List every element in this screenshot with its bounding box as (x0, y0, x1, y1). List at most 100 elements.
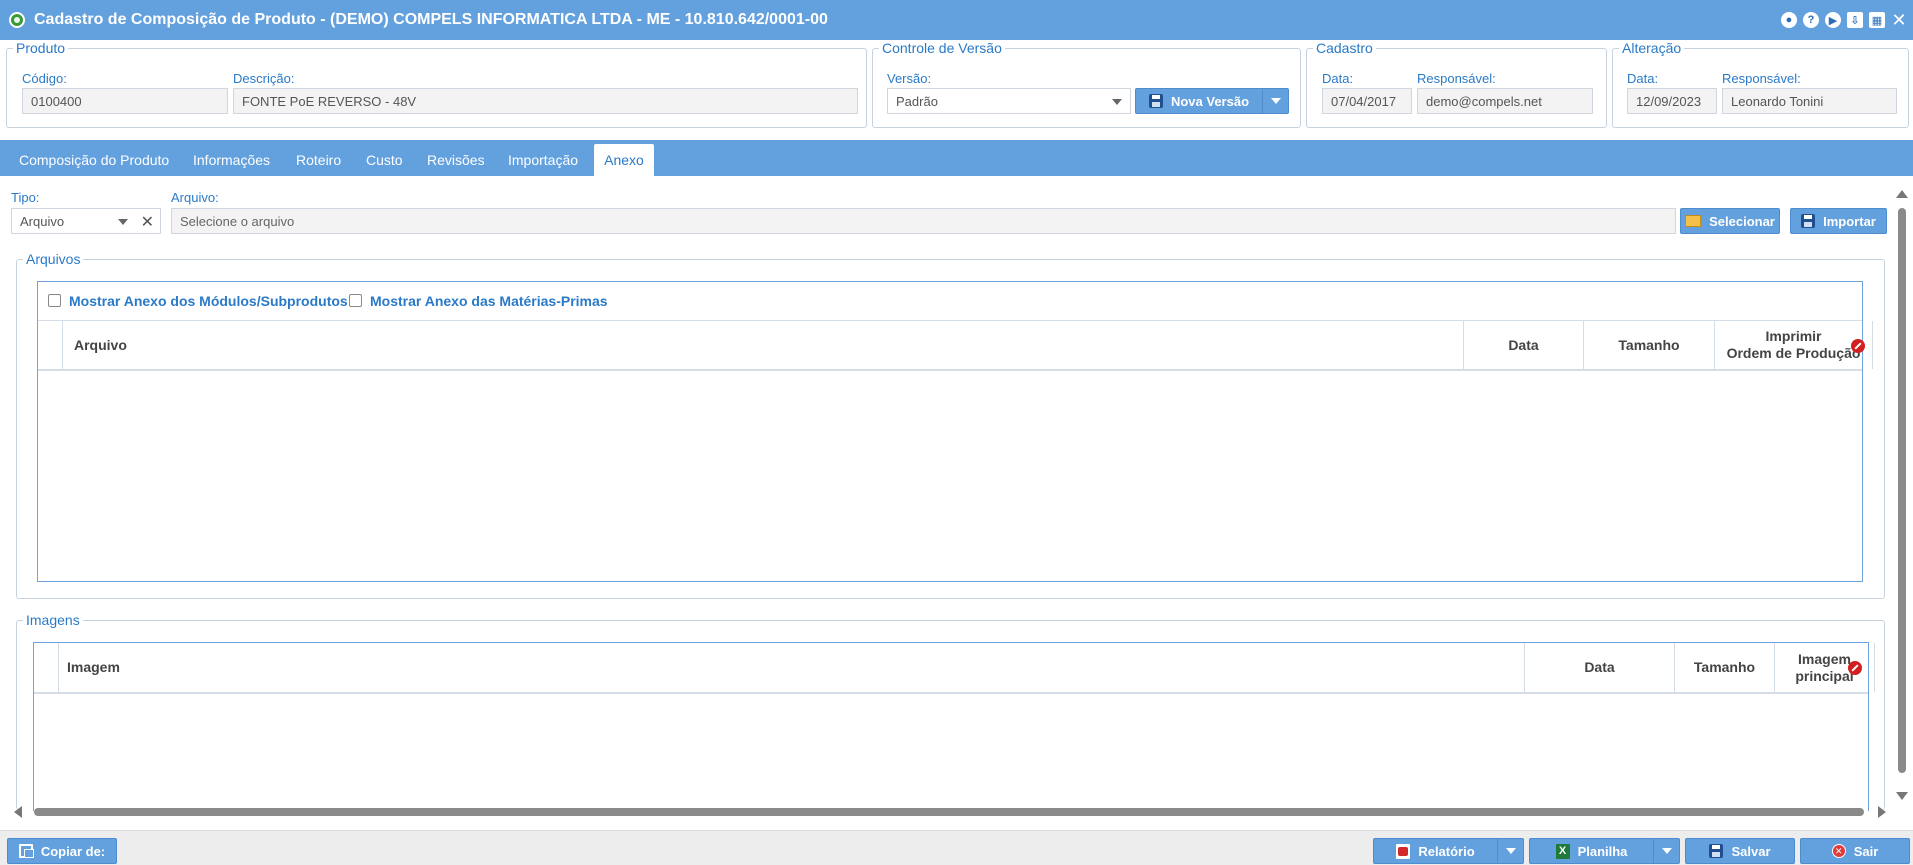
tab-revisoes[interactable]: Revisões (417, 144, 495, 176)
sair-button[interactable]: ✕ Sair (1800, 838, 1910, 864)
imagens-legend: Imagens (23, 612, 83, 628)
versao-label: Versão: (887, 71, 932, 86)
codigo-label: Código: (22, 71, 67, 86)
imagens-grid: Imagem Data Tamanho Imagem principal (33, 642, 1875, 811)
vertical-scroll-thumb[interactable] (1898, 208, 1906, 773)
chk-materias[interactable] (349, 294, 362, 307)
horizontal-scroll-thumb[interactable] (34, 808, 1864, 816)
alteracao-legend: Alteração (1619, 40, 1685, 56)
versao-select-value: Padrão (896, 94, 938, 109)
cadastro-legend: Cadastro (1313, 40, 1376, 56)
pin-icon[interactable]: ⇩ (1847, 12, 1863, 28)
tab-importacao[interactable]: Importação (498, 144, 588, 176)
footer-bar: Copiar de: Relatório X Planilha Salvar ✕… (0, 830, 1913, 865)
versao-legend: Controle de Versão (879, 40, 1005, 56)
col-data[interactable]: Data (1464, 321, 1584, 369)
codigo-field[interactable]: 0100400 (22, 88, 228, 114)
chk-materias-label[interactable]: Mostrar Anexo das Matérias-Primas (370, 293, 608, 309)
tab-roteiro[interactable]: Roteiro (286, 144, 351, 176)
tab-custo[interactable]: Custo (356, 144, 413, 176)
relatorio-dropdown[interactable] (1497, 839, 1523, 863)
title-bar: Cadastro de Composição de Produto - (DEM… (0, 0, 1913, 40)
chk-modulos-label[interactable]: Mostrar Anexo dos Módulos/Subprodutos (69, 293, 348, 309)
tab-anexo[interactable]: Anexo (594, 144, 654, 176)
arquivos-grid-header: Arquivo Data Tamanho Imprimir Ordem de P… (38, 320, 1873, 371)
window-title: Cadastro de Composição de Produto - (DEM… (34, 11, 828, 28)
relatorio-button[interactable]: Relatório (1373, 838, 1524, 864)
col-imagem-tamanho[interactable]: Tamanho (1675, 643, 1775, 692)
planilha-label: Planilha (1577, 843, 1628, 859)
salvar-label: Salvar (1731, 843, 1771, 859)
scroll-right-icon[interactable] (1878, 806, 1886, 818)
arquivos-group: Arquivos Mostrar Anexo dos Módulos/Subpr… (16, 251, 1885, 599)
alteracao-group: Alteração Data: 12/09/2023 Responsável: … (1612, 40, 1909, 128)
produto-legend: Produto (13, 40, 69, 56)
planilha-dropdown[interactable] (1653, 839, 1679, 863)
relatorio-label: Relatório (1418, 843, 1475, 859)
copiar-label: Copiar de: (40, 843, 106, 859)
col-imprimir[interactable]: Imprimir Ordem de Produção (1715, 321, 1873, 369)
play-icon[interactable]: ▶ (1825, 12, 1841, 28)
importar-button[interactable]: Importar (1790, 208, 1887, 234)
clear-icon[interactable]: ✕ (141, 212, 154, 232)
produto-group: Produto Código: 0100400 Descrição: FONTE… (6, 40, 867, 128)
vertical-scrollbar[interactable] (1896, 190, 1908, 800)
nova-versao-button[interactable]: Nova Versão (1135, 88, 1289, 114)
calendar-icon[interactable]: ▦ (1869, 12, 1885, 28)
arquivo-input[interactable]: Selecione o arquivo (171, 208, 1676, 234)
folder-icon (1685, 215, 1702, 227)
col-imagem[interactable]: Imagem (59, 643, 1525, 692)
scroll-left-icon[interactable] (14, 806, 22, 818)
selecionar-button[interactable]: Selecionar (1680, 208, 1780, 234)
save-icon (1709, 844, 1724, 858)
save-icon (1801, 214, 1816, 228)
help-icon[interactable]: ? (1803, 12, 1819, 28)
nova-versao-label: Nova Versão (1170, 93, 1250, 109)
imagens-group: Imagens Imagem Data Tamanho Imagem princ… (16, 612, 1885, 811)
excel-icon: X (1555, 843, 1570, 859)
descricao-label: Descrição: (233, 71, 295, 86)
tab-composicao[interactable]: Composição do Produto (9, 144, 179, 176)
pdf-icon (1396, 843, 1411, 859)
cadastro-group: Cadastro Data: 07/04/2017 Responsável: d… (1306, 40, 1607, 128)
arquivos-grid: Mostrar Anexo dos Módulos/Subprodutos Mo… (37, 281, 1873, 582)
planilha-button[interactable]: X Planilha (1529, 838, 1680, 864)
sair-label: Sair (1853, 843, 1879, 859)
alteracao-responsavel-field[interactable]: Leonardo Tonini (1722, 88, 1897, 114)
delete-icon[interactable] (1848, 661, 1862, 675)
selecionar-label: Selecionar (1709, 213, 1775, 229)
chevron-down-icon (1112, 99, 1122, 105)
col-arquivo[interactable]: Arquivo (63, 321, 1464, 369)
scroll-up-icon[interactable] (1896, 190, 1908, 198)
cadastro-data-label: Data: (1322, 71, 1354, 86)
cadastro-data-field[interactable]: 07/04/2017 (1322, 88, 1412, 114)
chevron-down-icon (1505, 848, 1516, 854)
tipo-select[interactable]: Arquivo ✕ (11, 208, 161, 234)
cadastro-responsavel-field[interactable]: demo@compels.net (1417, 88, 1593, 114)
col-imagem-data[interactable]: Data (1525, 643, 1675, 692)
alteracao-responsavel-label: Responsável: (1722, 71, 1801, 86)
horizontal-scrollbar[interactable] (14, 806, 1886, 818)
tab-informacoes[interactable]: Informações (183, 144, 280, 176)
row-selector-column (38, 321, 63, 369)
alteracao-data-label: Data: (1627, 71, 1659, 86)
scroll-down-icon[interactable] (1896, 792, 1908, 800)
col-tamanho[interactable]: Tamanho (1584, 321, 1715, 369)
descricao-field[interactable]: FONTE PoE REVERSO - 48V (233, 88, 858, 114)
arquivo-label: Arquivo: (171, 190, 219, 205)
settings-icon[interactable]: ● (1781, 12, 1797, 28)
row-selector-column (34, 643, 59, 692)
salvar-button[interactable]: Salvar (1685, 838, 1795, 864)
close-icon[interactable]: ✕ (1891, 10, 1907, 30)
chevron-down-icon (118, 219, 128, 225)
chk-modulos[interactable] (48, 294, 61, 307)
nova-versao-dropdown[interactable] (1262, 89, 1288, 113)
chevron-down-icon (1661, 848, 1672, 854)
delete-icon[interactable] (1851, 339, 1865, 353)
alteracao-data-field[interactable]: 12/09/2023 (1627, 88, 1717, 114)
versao-select[interactable]: Padrão (887, 88, 1131, 114)
imagens-grid-header: Imagem Data Tamanho Imagem principal (34, 643, 1875, 694)
imagens-grid-body (34, 696, 1868, 811)
copiar-button[interactable]: Copiar de: (7, 838, 117, 864)
tipo-select-value: Arquivo (20, 214, 65, 229)
